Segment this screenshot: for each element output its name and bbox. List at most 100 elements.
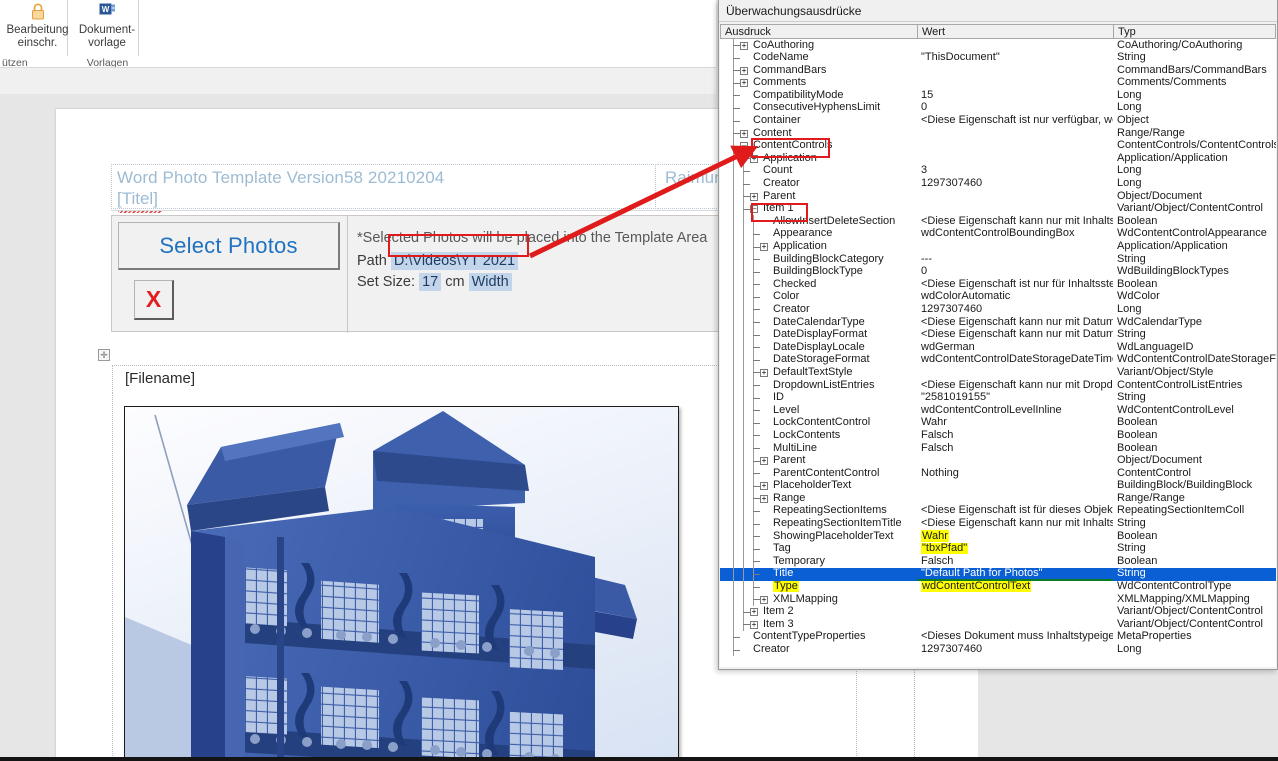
watch-cell-type[interactable]: Variant/Object/ContentControl (1113, 618, 1276, 631)
watch-cell-expression[interactable]: + Parent (720, 190, 917, 203)
watch-cell-type[interactable]: Application/Application (1113, 241, 1276, 254)
watch-cell-expression[interactable]: BuildingBlockType (720, 265, 917, 279)
watch-row[interactable]: ShowingPlaceholderText Wahr Boolean (720, 530, 1276, 543)
watch-cell-expression[interactable]: Creator (720, 177, 917, 191)
watch-rows-container[interactable]: + CoAuthoring CoAuthoring/CoAuthoring CodeN… (720, 39, 1276, 667)
watch-cell-value[interactable] (917, 455, 1113, 468)
watch-cell-expression[interactable]: DropdownListEntries (720, 379, 917, 392)
watch-row[interactable]: + Application Application/Application (720, 240, 1276, 254)
watch-cell-type[interactable]: XMLMapping/XMLMapping (1113, 593, 1276, 606)
watch-cell-type[interactable]: CoAuthoring/CoAuthoring (1113, 39, 1276, 52)
watch-cell-expression[interactable]: Count (720, 164, 917, 178)
watch-cell-type[interactable]: Object/Document (1113, 190, 1276, 203)
watch-row[interactable]: Title "Default Path for Photos" String (720, 567, 1276, 581)
watch-row[interactable]: + PlaceholderText BuildingBlock/BuildingBl… (720, 479, 1276, 493)
watch-cell-type[interactable]: Long (1113, 644, 1276, 657)
watch-cell-value[interactable]: <Diese Eigenschaft kann nur mit Dropdown… (917, 379, 1113, 392)
watch-row[interactable]: + CommandBars CommandBars/CommandBars (720, 64, 1276, 77)
watch-row[interactable]: ConsecutiveHyphensLimit 0 Long (720, 101, 1276, 115)
watch-row[interactable]: RepeatingSectionItemTitle <Diese Eigensch… (720, 517, 1276, 531)
watch-cell-value[interactable]: <Diese Eigenschaft kann nur mit Inhaltss… (917, 215, 1113, 228)
watch-cell-expression[interactable]: – Item 1 (720, 202, 917, 216)
watch-cell-type[interactable]: String (1113, 568, 1276, 581)
watch-cell-value[interactable]: 0 (917, 266, 1113, 279)
watch-cell-value[interactable] (917, 203, 1113, 216)
watch-cell-expression[interactable]: + Application (720, 240, 917, 254)
watch-cell-value[interactable] (917, 366, 1113, 379)
watch-cell-expression[interactable]: LockContentControl (720, 416, 917, 430)
watch-cell-type[interactable]: Comments/Comments (1113, 77, 1276, 90)
watch-row[interactable]: ParentContentControl Nothing ContentContro… (720, 467, 1276, 480)
expand-icon[interactable]: + (760, 243, 768, 251)
watch-cell-type[interactable]: Long (1113, 303, 1276, 316)
watch-cell-value[interactable]: <Diese Eigenschaft ist nur für Inhaltsst… (917, 278, 1113, 291)
watch-cell-expression[interactable]: Tag (720, 542, 917, 556)
watch-row[interactable]: Creator 1297307460 Long (720, 303, 1276, 317)
expand-icon[interactable]: + (750, 192, 758, 201)
watch-cell-value[interactable] (917, 140, 1113, 153)
watch-cell-type[interactable]: WdColor (1113, 291, 1276, 304)
watch-cell-type[interactable]: WdContentControlAppearance (1113, 228, 1276, 241)
watch-cell-expression[interactable]: Creator (720, 643, 917, 657)
watch-cell-type[interactable]: Range/Range (1113, 492, 1276, 505)
watch-row[interactable]: Color wdColorAutomatic WdColor (720, 290, 1276, 304)
watch-cell-expression[interactable]: + XMLMapping (720, 593, 917, 606)
watch-cell-type[interactable]: Object (1113, 115, 1276, 128)
watch-cell-type[interactable]: Boolean (1113, 215, 1276, 228)
watch-cell-value[interactable]: --- (917, 253, 1113, 266)
watch-cell-type[interactable]: Long (1113, 165, 1276, 178)
watch-cell-value[interactable]: Wahr (917, 530, 1113, 543)
watch-cell-value[interactable] (917, 480, 1113, 493)
watch-row[interactable]: + Parent Object/Document (720, 190, 1276, 203)
watch-cell-type[interactable]: Boolean (1113, 555, 1276, 568)
watch-cell-expression[interactable]: Title (720, 567, 917, 581)
watch-row[interactable]: Type wdContentControlText WdContentControl… (720, 580, 1276, 594)
expand-icon[interactable]: + (760, 482, 768, 491)
watch-cell-value[interactable]: <Diese Eigenschaft kann nur mit Datums-I… (917, 316, 1113, 329)
watch-cell-type[interactable]: Boolean (1113, 417, 1276, 430)
watch-row[interactable]: ContentTypeProperties <Dieses Dokument mu… (720, 630, 1276, 644)
watch-cell-expression[interactable]: + Range (720, 492, 917, 505)
watch-cell-expression[interactable]: + DefaultTextStyle (720, 366, 917, 380)
watch-cell-type[interactable]: Long (1113, 178, 1276, 191)
watch-cell-value[interactable] (917, 241, 1113, 254)
watch-row[interactable]: Checked <Diese Eigenschaft ist nur für In… (720, 278, 1276, 291)
watch-cell-expression[interactable]: RepeatingSectionItemTitle (720, 517, 917, 531)
watch-cell-type[interactable]: String (1113, 329, 1276, 342)
column-header-type[interactable]: Typ (1114, 25, 1275, 38)
watch-cell-type[interactable]: CommandBars/CommandBars (1113, 64, 1276, 77)
expand-icon[interactable]: + (760, 368, 768, 377)
watch-row[interactable]: Tag "tbxPfad" String (720, 542, 1276, 556)
watch-row[interactable]: Creator 1297307460 Long (720, 177, 1276, 191)
watch-cell-expression[interactable]: + PlaceholderText (720, 479, 917, 493)
watch-cell-type[interactable]: Boolean (1113, 278, 1276, 291)
watch-cell-value[interactable]: <Diese Eigenschaft ist nur verfügbar, we… (917, 115, 1113, 128)
watch-cell-expression[interactable]: + Item 3 (720, 618, 917, 631)
watch-cell-value[interactable]: <Diese Eigenschaft kann nur mit Datums-I… (917, 329, 1113, 342)
watch-cell-type[interactable]: WdContentControlDateStorageFormat (1113, 354, 1276, 367)
watch-cell-type[interactable]: MetaProperties (1113, 631, 1276, 644)
watch-cell-expression[interactable]: + CommandBars (720, 64, 917, 77)
watch-cell-value[interactable]: wdContentControlBoundingBox (917, 228, 1113, 241)
watch-row[interactable]: BuildingBlockCategory --- String (720, 253, 1276, 266)
watch-cell-value[interactable] (917, 39, 1113, 52)
watch-cell-value[interactable] (917, 593, 1113, 606)
ribbon-button-document-template[interactable]: W Dokument- vorlage (76, 0, 139, 56)
expand-icon[interactable]: + (740, 41, 748, 50)
watch-window[interactable]: Überwachungsausdrücke Ausdruck Wert Typ … (718, 0, 1278, 670)
watch-cell-expression[interactable]: DateDisplayLocale (720, 341, 917, 354)
watch-cell-value[interactable]: "2581019155" (917, 392, 1113, 405)
watch-cell-expression[interactable]: ShowingPlaceholderText (720, 530, 917, 543)
watch-row[interactable]: CodeName "ThisDocument" String (720, 51, 1276, 65)
watch-cell-expression[interactable]: CodeName (720, 51, 917, 65)
watch-cell-expression[interactable]: + Item 2 (720, 605, 917, 619)
watch-cell-type[interactable]: ContentControl (1113, 467, 1276, 480)
expand-icon[interactable]: + (740, 129, 748, 138)
watch-row[interactable]: + Parent Object/Document (720, 454, 1276, 468)
watch-cell-value[interactable]: 3 (917, 165, 1113, 178)
watch-cell-expression[interactable]: AllowInsertDeleteSection (720, 215, 917, 228)
expand-icon[interactable]: + (740, 66, 748, 75)
watch-cell-value[interactable]: 1297307460 (917, 303, 1113, 316)
watch-cell-value[interactable]: <Diese Eigenschaft kann nur mit Inhaltss… (917, 518, 1113, 531)
watch-cell-value[interactable]: "Default Path for Photos" (917, 568, 1113, 581)
